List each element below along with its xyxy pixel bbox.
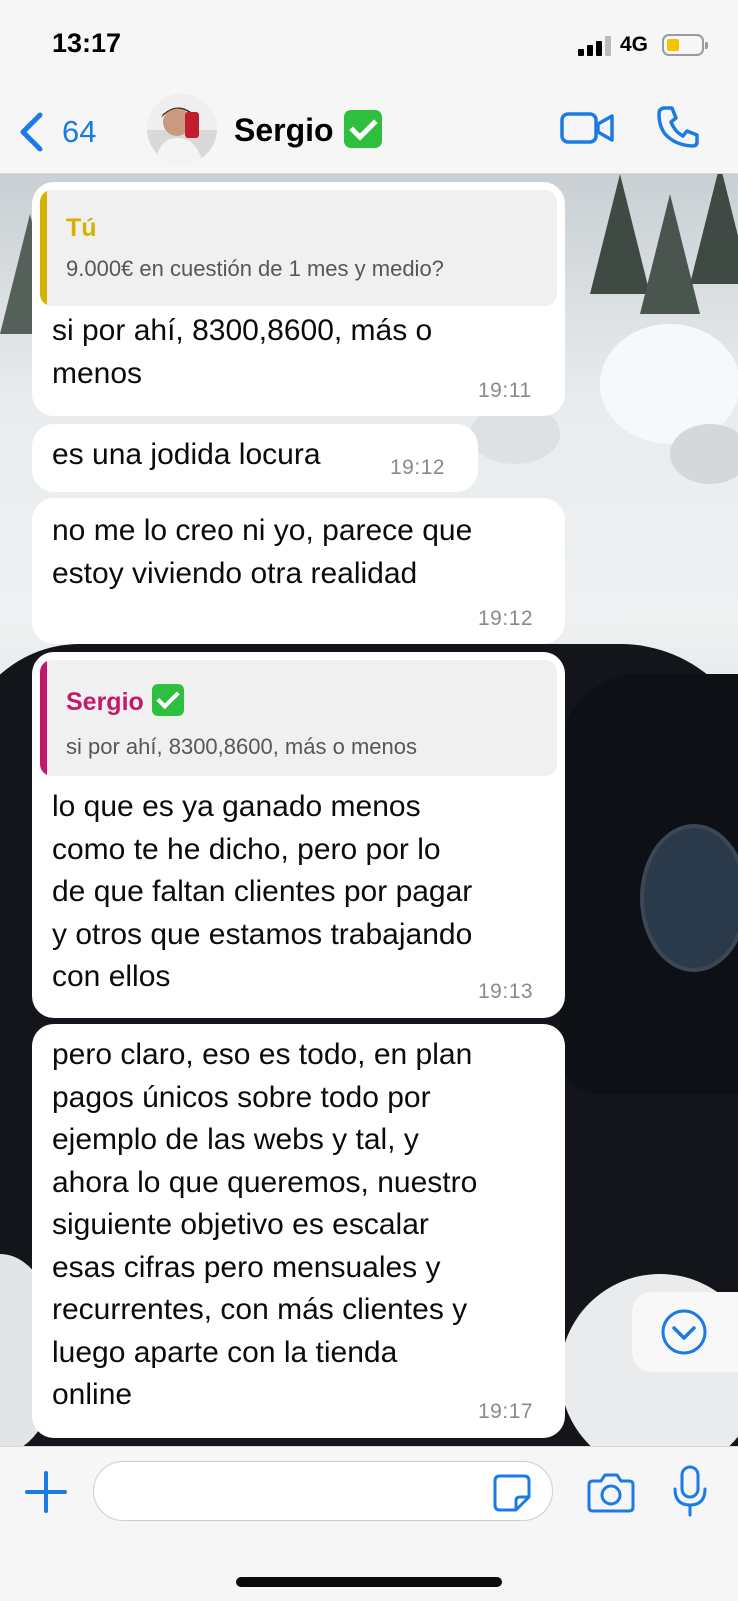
battery-icon: [662, 34, 708, 56]
signal-strength-icon: [578, 36, 611, 56]
message-time: 19:12: [390, 456, 446, 479]
reply-author-label: Sergio: [66, 688, 144, 716]
message-bubble[interactable]: pero claro, eso es todo, en plan pagos ú…: [32, 1024, 565, 1438]
green-check-icon: [151, 684, 184, 716]
message-line: siguiente objetivo es escalar: [52, 1208, 429, 1241]
camera-icon[interactable]: [587, 1471, 635, 1513]
message-line: recurrentes, con más clientes y: [52, 1293, 468, 1326]
message-line: ahora lo que queremos, nuestro: [52, 1165, 478, 1199]
reply-quote[interactable]: Tú 9.000€ en cuestión de 1 mes y medio?: [40, 190, 557, 306]
message-line: no me lo creo ni yo, parece que: [52, 514, 473, 547]
reply-quote[interactable]: Sergio si por ahí, 8300,8600, más o meno…: [40, 660, 557, 776]
composer-bar: [0, 1446, 738, 1601]
reply-author: Sergio: [66, 684, 184, 717]
sticker-icon[interactable]: [492, 1473, 532, 1513]
message-line: pero claro, eso es todo, en plan: [52, 1038, 473, 1071]
home-indicator: [236, 1577, 502, 1587]
message-time: 19:13: [478, 980, 534, 1003]
microphone-icon[interactable]: [672, 1465, 708, 1517]
message-text: es una jodida locura: [52, 434, 321, 477]
network-type: 4G: [620, 33, 649, 56]
message-line: pagos únicos sobre todo por: [52, 1080, 431, 1114]
message-time: 19:11: [478, 379, 532, 402]
message-line: ejemplo de las webs y tal, y: [52, 1123, 419, 1156]
chevron-down-circle-icon: [661, 1309, 707, 1355]
message-input[interactable]: [93, 1461, 553, 1521]
message-line: es una jodida locura: [52, 438, 321, 471]
message-text: lo que es ya ganado menos como te he dic…: [52, 786, 472, 999]
message-line: menos: [52, 356, 143, 390]
contact-name[interactable]: Sergio: [234, 110, 382, 149]
avatar[interactable]: [147, 94, 217, 164]
message-line: con ellos: [52, 960, 171, 993]
message-bubble[interactable]: no me lo creo ni yo, parece que estoy vi…: [32, 498, 565, 644]
reply-text: 9.000€ en cuestión de 1 mes y medio?: [66, 256, 444, 281]
message-bubble[interactable]: es una jodida locura 19:12: [32, 424, 478, 492]
message-line: de que faltan clientes por pagar: [52, 875, 473, 908]
contact-name-label: Sergio: [234, 112, 334, 148]
green-check-icon: [343, 110, 382, 148]
unread-count: 64: [62, 114, 97, 149]
status-bar: 13:17 4G: [0, 0, 738, 90]
message-text: no me lo creo ni yo, parece que estoy vi…: [52, 510, 472, 595]
chevron-left-icon: [20, 112, 43, 152]
message-line: y otros que estamos trabajando: [52, 917, 473, 951]
message-line: lo que es ya ganado menos: [52, 790, 421, 823]
message-line: esas cifras pero mensuales y: [52, 1250, 441, 1284]
message-bubble[interactable]: Tú 9.000€ en cuestión de 1 mes y medio? …: [32, 182, 565, 416]
message-text: pero claro, eso es todo, en plan pagos ú…: [52, 1034, 477, 1417]
message-time: 19:12: [478, 607, 534, 630]
scroll-to-bottom-button[interactable]: [632, 1292, 738, 1372]
message-time: 19:17: [478, 1400, 534, 1423]
message-line: estoy viviendo otra realidad: [52, 556, 418, 590]
message-line: luego aparte con la tienda: [52, 1335, 398, 1369]
plus-icon[interactable]: [25, 1471, 67, 1513]
chat-header: 64 Sergio: [0, 90, 738, 174]
back-button[interactable]: 64: [14, 108, 114, 154]
message-text: si por ahí, 8300,8600, más o menos: [52, 310, 432, 395]
reply-bar: [40, 190, 47, 306]
reply-text: si por ahí, 8300,8600, más o menos: [66, 734, 417, 759]
message-line: como te he dicho, pero por lo: [52, 832, 441, 866]
phone-call-icon[interactable]: [655, 104, 701, 150]
reply-author: Tú: [66, 214, 97, 242]
reply-bar: [40, 660, 47, 776]
message-line: si por ahí, 8300,8600, más o: [52, 314, 433, 347]
video-call-icon[interactable]: [560, 108, 614, 148]
status-time: 13:17: [52, 28, 122, 58]
message-bubble[interactable]: Sergio si por ahí, 8300,8600, más o meno…: [32, 652, 565, 1018]
message-line: online: [52, 1378, 133, 1411]
